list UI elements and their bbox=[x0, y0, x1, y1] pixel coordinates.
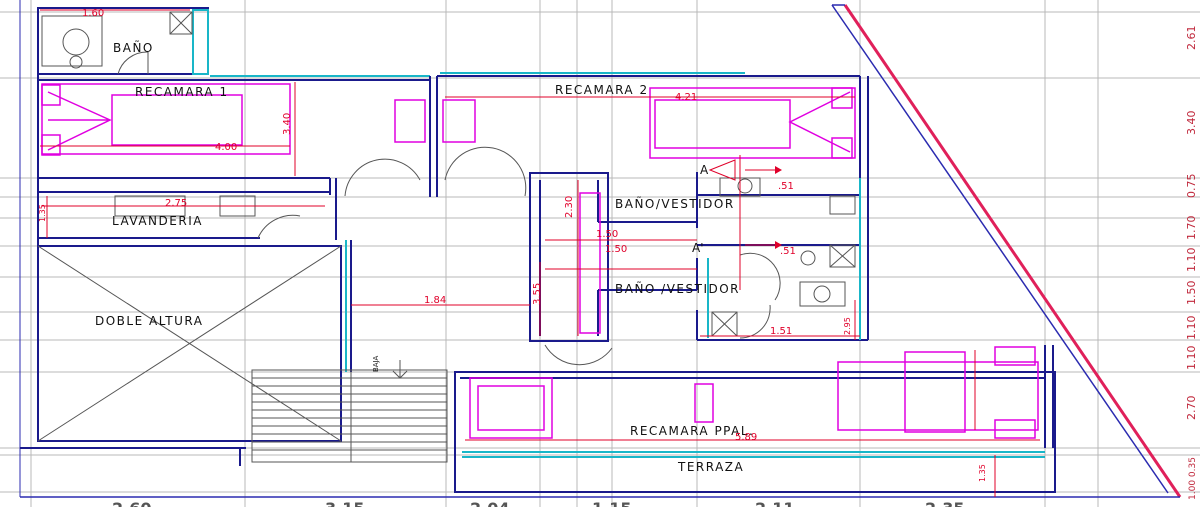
dim-hall-width: 1.84 bbox=[424, 295, 446, 306]
label-recamara-2: RECAMARA 2 bbox=[555, 83, 649, 97]
right-dim: 3.40 bbox=[1185, 111, 1198, 136]
right-dim: 1.10 bbox=[1185, 316, 1198, 341]
dim-vest2-height: 3.55 bbox=[532, 283, 543, 305]
right-dim: 1.50 bbox=[1185, 281, 1198, 306]
dim-lav-width: 2.75 bbox=[165, 198, 187, 209]
label-doble-altura: DOBLE ALTURA bbox=[95, 314, 203, 328]
dim-terraza-height: 1.35 bbox=[978, 464, 987, 482]
section-mark-a-prime: A' bbox=[692, 241, 704, 255]
dim-bath-d: 2.95 bbox=[843, 317, 852, 335]
label-terraza: TERRAZA bbox=[677, 460, 744, 474]
dim-vest-width-1: 1.50 bbox=[596, 229, 618, 240]
section-arrows bbox=[708, 155, 782, 290]
label-bano-vestidor-2: BAÑO /VESTIDOR bbox=[615, 281, 740, 296]
dim-rec1-width: 4.00 bbox=[215, 142, 237, 153]
stair-treads bbox=[252, 377, 447, 451]
right-dim: 1.10 bbox=[1185, 248, 1198, 273]
label-recamara-1: RECAMARA 1 bbox=[135, 85, 229, 99]
right-dim: 2.61 bbox=[1185, 26, 1198, 51]
label-baja: BAJA bbox=[372, 355, 380, 372]
dim-vest-width-2: 1.50 bbox=[605, 244, 627, 255]
dim-ppal-width: 5.89 bbox=[735, 432, 757, 443]
bottom-dim: 2.11 bbox=[755, 499, 794, 507]
bottom-dim: 2.35 bbox=[925, 499, 964, 507]
right-dimensions: 2.61 3.40 0.75 1.70 1.10 1.50 1.10 1.10 … bbox=[1185, 26, 1198, 501]
bottom-dimensions: 2.60 3.15 2.04 1.15 2.11 2.35 bbox=[112, 499, 964, 507]
label-bano: BAÑO bbox=[113, 40, 154, 55]
walls bbox=[20, 7, 1056, 493]
dim-bath-b: .51 bbox=[780, 246, 796, 257]
label-bano-vestidor-1: BAÑO/VESTIDOR bbox=[615, 196, 735, 211]
dim-rec2-width: 4.21 bbox=[675, 92, 697, 103]
right-dim: 1.00 0.35 bbox=[1188, 457, 1198, 500]
right-dim: 1.70 bbox=[1185, 216, 1198, 241]
bottom-dim: 1.15 bbox=[592, 499, 631, 507]
right-dim: 2.70 bbox=[1185, 396, 1198, 421]
right-dim: 0.75 bbox=[1185, 174, 1198, 199]
floor-plan: BAÑO RECAMARA 1 RECAMARA 2 LAVANDERIA BA… bbox=[0, 0, 1200, 507]
bottom-dim: 3.15 bbox=[325, 499, 364, 507]
dim-bano-width: 1.60 bbox=[82, 8, 104, 19]
dim-bath-a: .51 bbox=[778, 181, 794, 192]
dim-lav-height: 1.35 bbox=[38, 204, 47, 222]
right-dim: 1.10 bbox=[1185, 346, 1198, 371]
dim-bath-c: 1.51 bbox=[770, 326, 792, 337]
section-mark-a: A bbox=[700, 163, 709, 177]
dim-vest-height: 2.30 bbox=[564, 196, 575, 218]
dim-rec1-height: 3.40 bbox=[282, 113, 293, 135]
label-lavanderia: LAVANDERIA bbox=[112, 214, 203, 228]
bottom-dim: 2.04 bbox=[470, 499, 509, 507]
bottom-dim: 2.60 bbox=[112, 499, 151, 507]
